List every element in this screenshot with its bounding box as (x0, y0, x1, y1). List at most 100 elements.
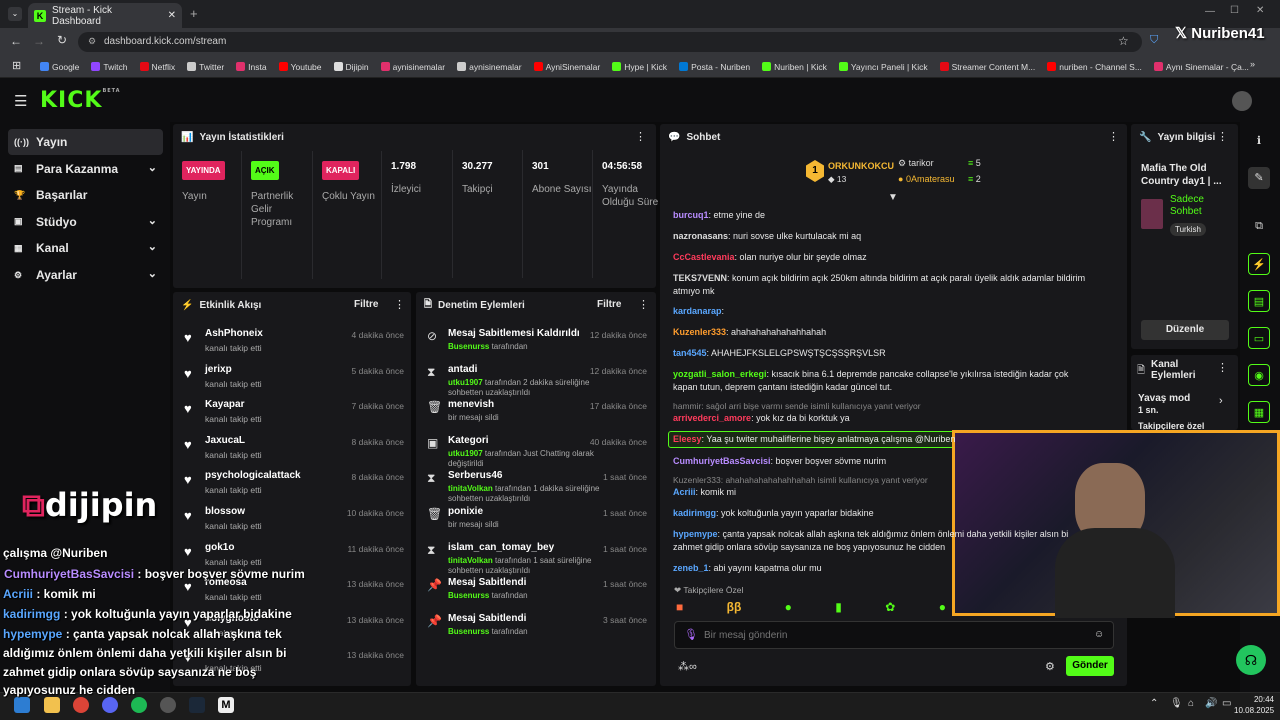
bookmark-item[interactable]: Nuriben | Kick (762, 62, 827, 72)
bookmark-item[interactable]: Dijipin (333, 62, 369, 72)
sidebar-item-5[interactable]: ⚙ Ayarlar ⌄ (8, 262, 163, 288)
chat-username[interactable]: tan4545 (673, 348, 707, 358)
chat-username[interactable]: nazronasans (673, 231, 728, 241)
chat-message[interactable]: yozgatli_salon_erkegi: kısacık bina 6.1 … (673, 368, 1093, 394)
moderation-item[interactable]: ▣ Kategori utku1907 tarafından Just Chatti… (423, 435, 653, 469)
tab-search-icon[interactable]: ⌄ (8, 7, 22, 21)
chat-message[interactable]: burcuq1: etme yine de (673, 209, 1093, 222)
support-headset-icon[interactable]: ☊ (1236, 645, 1266, 675)
document-action-icon[interactable]: ▤ (1248, 290, 1270, 312)
discord-icon[interactable] (102, 697, 118, 713)
chevron-down-icon[interactable]: ⌄ (148, 267, 157, 280)
emote-icon[interactable]: ▮ (835, 600, 842, 616)
chat-username[interactable]: kadirimgg (673, 508, 716, 518)
chat-message[interactable]: kadirimgg: yok koltuğunla yayın yaparlar… (673, 507, 1093, 520)
chat-username[interactable]: hypemype (673, 529, 718, 539)
slow-mode-label[interactable]: Yavaş mod (1138, 393, 1190, 404)
chat-message[interactable]: CcCastlevania: olan nuriye olur bir şeyd… (673, 251, 1093, 264)
bookmark-item[interactable]: Twitter (187, 62, 224, 72)
chat-username[interactable]: burcuq1 (673, 210, 709, 220)
follower-name[interactable]: JaxucaL (205, 435, 245, 446)
moderator-name[interactable]: tinitaVolkan (448, 484, 493, 493)
chat-message[interactable]: Eleesy: Yaa şu twiter muhaliflerine bişe… (673, 433, 1093, 446)
activity-item[interactable]: ♥ AshPhoneix kanalı takip etti 4 dakika önc… (182, 328, 412, 362)
followers-only-action[interactable]: Takipçilere özel (1138, 421, 1204, 430)
leader-2-name[interactable]: ⚙ tarikor (898, 158, 934, 169)
stats-more-icon[interactable]: ⋮ (635, 130, 646, 143)
spotify-icon[interactable] (131, 697, 147, 713)
leader-3-name[interactable]: ● 0Amaterasu (898, 174, 954, 184)
network-icon[interactable]: ⌂ (1188, 698, 1194, 709)
chrome-icon[interactable] (73, 697, 89, 713)
activity-filter-button[interactable]: Filtre (354, 299, 378, 310)
activity-more-icon[interactable]: ⋮ (394, 298, 405, 311)
chevron-down-icon[interactable]: ⌄ (148, 240, 157, 253)
chevron-right-icon[interactable]: › (1219, 395, 1223, 407)
url-field[interactable]: dashboard.kick.com/stream (78, 32, 1142, 52)
bookmark-item[interactable]: Hype | Kick (612, 62, 667, 72)
settings-chat-icon[interactable]: ⁂∞ (678, 660, 697, 673)
file-explorer-icon[interactable] (44, 697, 60, 713)
chat-message[interactable]: hypemype: çanta yapsak nolcak allah aşkı… (673, 528, 1093, 554)
bookmark-item[interactable]: Yayıncı Paneli | Kick (838, 62, 928, 72)
chat-message-input[interactable] (704, 626, 1084, 644)
chat-username[interactable]: yozgatli_salon_erkegi (673, 369, 767, 379)
bookmark-item[interactable]: Streamer Content M... (939, 62, 1035, 72)
chevron-down-icon[interactable]: ⌄ (148, 161, 157, 174)
chat-username[interactable]: zeneb_1 (673, 563, 709, 573)
sidebar-item-0[interactable]: ((·)) Yayın (8, 129, 163, 155)
apps-grid-icon[interactable]: ⊞ (12, 59, 21, 72)
minimize-icon[interactable]: — (1205, 6, 1215, 17)
emote-icon[interactable]: ✿ (885, 600, 895, 616)
leader-1-name[interactable]: ORKUNKOKCU (828, 161, 894, 171)
info-icon[interactable]: ℹ (1248, 130, 1270, 152)
chat-username[interactable]: Eleesy (673, 434, 702, 444)
chat-username[interactable]: CcCastlevania (673, 252, 735, 262)
site-info-icon[interactable]: ⚙ (88, 36, 96, 47)
activity-item[interactable]: ♥ blossow kanalı takip etti 10 dakika önce (182, 506, 412, 540)
follower-name[interactable]: blossow (205, 506, 245, 517)
moderator-name[interactable]: Busenurss (448, 342, 489, 351)
crop-icon[interactable]: ⧉ (1248, 215, 1270, 237)
steam-icon[interactable] (189, 697, 205, 713)
moderation-item[interactable]: ⧗ islam_can_tomay_bey tinitaVolkan tarafın… (423, 542, 653, 576)
moderation-more-icon[interactable]: ⋮ (638, 298, 649, 311)
new-tab-icon[interactable]: + (190, 6, 198, 21)
moderation-item[interactable]: 🗑 ponixie bir mesajı sildi 1 saat önce (423, 506, 653, 540)
sidebar-item-2[interactable]: 🏆 Başarılar (8, 182, 163, 208)
follower-name[interactable]: jerixp (205, 364, 232, 375)
menu-icon[interactable]: ☰ (14, 92, 27, 110)
chat-message[interactable]: kardanarap: (673, 305, 1093, 318)
bookmark-item[interactable]: nuriben - Channel S... (1047, 62, 1142, 72)
chat-message[interactable]: TEKS7VENN: konum açık bildirim açık 250k… (673, 272, 1093, 298)
sidebar-item-4[interactable]: ▦ Kanal ⌄ (8, 235, 163, 261)
microphone-tray-icon[interactable]: 🎙 (1170, 698, 1183, 709)
chat-username[interactable]: Kuzenler333 (673, 327, 726, 337)
tab-kick-dashboard[interactable]: K Stream - Kick Dashboard ✕ (28, 3, 182, 28)
moderator-name[interactable]: utku1907 (448, 449, 483, 458)
bookmark-item[interactable]: Twitch (91, 62, 128, 72)
chat-settings-gear-icon[interactable]: ⚙ (1045, 660, 1055, 673)
kick-logo[interactable]: KICKBETA (40, 88, 121, 113)
chat-username[interactable]: Acriii (673, 487, 696, 497)
close-window-icon[interactable]: ✕ (1256, 5, 1264, 16)
battery-icon[interactable]: ▭ (1222, 698, 1231, 709)
reload-icon[interactable]: ↻ (57, 33, 67, 47)
bookmark-item[interactable]: AyniSinemalar (533, 62, 600, 72)
bookmark-item[interactable]: aynisinemalar (380, 62, 445, 72)
moderation-item[interactable]: 📌 Mesaj Sabitlendi Busenurss tarafından 3 s… (423, 613, 653, 647)
moderation-item[interactable]: ⧗ antadi utku1907 tarafından 2 dakika süre… (423, 364, 653, 398)
moderator-name[interactable]: utku1907 (448, 378, 483, 387)
activity-item[interactable]: ♥ JaxucaL kanalı takip etti 8 dakika önce (182, 435, 412, 469)
bookmark-item[interactable]: Google (40, 62, 79, 72)
obs-icon[interactable] (160, 697, 176, 713)
bookmark-star-icon[interactable]: ☆ (1118, 34, 1129, 48)
emote-icon[interactable]: ● (785, 600, 792, 616)
activity-item[interactable]: ♥ Kayapar kanalı takip etti 7 dakika önce (182, 399, 412, 433)
volume-icon[interactable]: 🔊 (1205, 698, 1217, 709)
moderation-action-icon[interactable]: ▦ (1248, 401, 1270, 423)
chat-message[interactable]: zeneb_1: abi yayını kapatma olur mu (673, 562, 1093, 575)
chat-username[interactable]: TEKS7VENN (673, 273, 727, 283)
shield-icon[interactable]: ⛉ (1150, 34, 1158, 47)
maximize-icon[interactable]: ☐ (1230, 5, 1239, 16)
